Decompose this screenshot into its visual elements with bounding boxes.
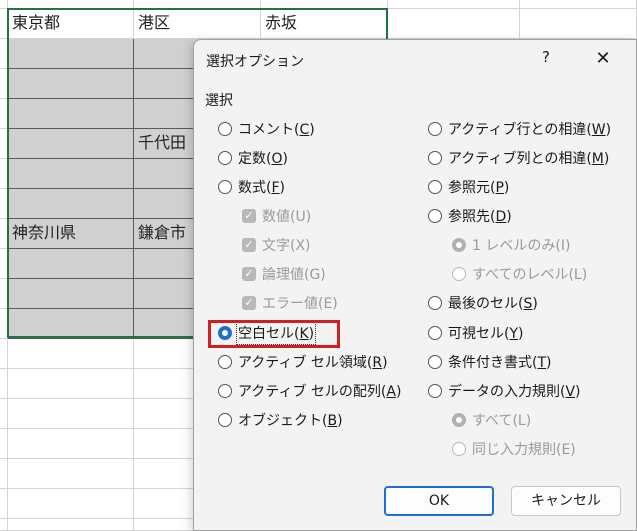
cell[interactable] xyxy=(520,9,637,39)
cell[interactable] xyxy=(8,0,134,9)
radio-icon xyxy=(218,122,232,136)
option-data-validation[interactable]: データの入力規則(V) xyxy=(428,380,581,402)
checkbox-logicals[interactable]: ✓ 論理値(G) xyxy=(242,263,326,285)
option-comments[interactable]: コメント(C) xyxy=(218,118,315,140)
ok-button[interactable]: OK xyxy=(384,486,494,516)
cell[interactable] xyxy=(0,219,8,249)
cell[interactable] xyxy=(8,129,134,159)
cell[interactable] xyxy=(8,69,134,99)
cell[interactable] xyxy=(0,249,8,279)
cell[interactable] xyxy=(0,429,8,459)
radio-icon xyxy=(428,151,442,165)
cell[interactable] xyxy=(0,9,8,39)
cell[interactable] xyxy=(8,249,134,279)
close-button[interactable]: ✕ xyxy=(592,48,614,70)
cell-text[interactable]: 港区 xyxy=(134,9,261,39)
option-precedents[interactable]: 参照元(P) xyxy=(428,176,509,198)
cell[interactable] xyxy=(8,369,134,399)
radio-icon xyxy=(428,180,442,194)
cell[interactable] xyxy=(8,459,134,489)
option-conditional-formats[interactable]: 条件付き書式(T) xyxy=(428,351,552,373)
radio-icon xyxy=(428,209,442,223)
cell[interactable] xyxy=(8,279,134,309)
option-dependents[interactable]: 参照先(D) xyxy=(428,205,512,227)
checkmark-icon: ✓ xyxy=(242,209,256,223)
option-blanks[interactable]: 空白セル(K) xyxy=(218,321,317,345)
cell-text[interactable]: 東京都 xyxy=(8,9,134,39)
cell[interactable] xyxy=(0,489,8,519)
option-last-cell[interactable]: 最後のセル(S) xyxy=(428,292,538,314)
cell[interactable] xyxy=(8,39,134,69)
cell[interactable] xyxy=(8,429,134,459)
option-column-differences[interactable]: アクティブ列との相違(M) xyxy=(428,147,609,169)
cancel-button[interactable]: キャンセル xyxy=(511,486,621,516)
radio-icon xyxy=(218,180,232,194)
radio-icon xyxy=(218,151,232,165)
option-direct-only[interactable]: 1 レベルのみ(I) xyxy=(452,234,570,256)
radio-icon xyxy=(452,442,466,456)
option-all-levels[interactable]: すべてのレベル(L) xyxy=(452,263,587,285)
checkbox-text[interactable]: ✓ 文字(X) xyxy=(242,234,311,256)
cell-text[interactable]: 赤坂 xyxy=(261,9,388,39)
cell[interactable] xyxy=(134,0,261,9)
go-to-special-dialog: 選択オプション ? ✕ 選択 コメント(C) 定数(O) 数式(F) ✓ 数値(… xyxy=(193,39,637,531)
cell[interactable] xyxy=(8,399,134,429)
radio-icon xyxy=(428,296,442,310)
option-row-differences[interactable]: アクティブ行との相違(W) xyxy=(428,118,611,140)
cell[interactable] xyxy=(0,459,8,489)
option-current-array[interactable]: アクティブ セルの配列(A) xyxy=(218,380,401,402)
option-current-region[interactable]: アクティブ セル領域(R) xyxy=(218,351,388,373)
cell[interactable] xyxy=(0,189,8,219)
option-visible-cells[interactable]: 可視セル(Y) xyxy=(428,322,524,344)
cell[interactable] xyxy=(261,0,388,9)
dialog-title: 選択オプション xyxy=(206,54,304,70)
radio-icon xyxy=(218,384,232,398)
radio-icon xyxy=(428,384,442,398)
checkmark-icon: ✓ xyxy=(242,238,256,252)
cell[interactable] xyxy=(0,99,8,129)
radio-icon xyxy=(428,355,442,369)
radio-icon xyxy=(218,413,232,427)
radio-icon xyxy=(452,267,466,281)
option-validation-all[interactable]: すべて(L) xyxy=(452,409,531,431)
cell[interactable] xyxy=(520,0,637,9)
checkmark-icon: ✓ xyxy=(242,296,256,310)
checkbox-errors[interactable]: ✓ エラー値(E) xyxy=(242,292,338,314)
cell[interactable] xyxy=(0,519,8,531)
help-button[interactable]: ? xyxy=(536,48,556,70)
option-constants[interactable]: 定数(O) xyxy=(218,147,288,169)
cell[interactable] xyxy=(8,309,134,339)
cell[interactable] xyxy=(0,309,8,339)
cell[interactable] xyxy=(388,9,520,39)
cell[interactable] xyxy=(0,129,8,159)
cell[interactable] xyxy=(0,399,8,429)
cell[interactable] xyxy=(0,369,8,399)
cell[interactable] xyxy=(8,159,134,189)
option-formulas[interactable]: 数式(F) xyxy=(218,176,285,198)
select-group-label: 選択 xyxy=(205,93,233,109)
checkmark-icon: ✓ xyxy=(242,267,256,281)
cell[interactable] xyxy=(0,279,8,309)
option-objects[interactable]: オブジェクト(B) xyxy=(218,409,343,431)
radio-checked-icon xyxy=(452,238,466,252)
cell[interactable] xyxy=(8,519,134,531)
cell[interactable] xyxy=(8,99,134,129)
cell[interactable] xyxy=(8,339,134,369)
radio-checked-icon xyxy=(218,326,232,340)
cell[interactable] xyxy=(8,489,134,519)
cell[interactable] xyxy=(0,159,8,189)
cell[interactable] xyxy=(0,69,8,99)
cell[interactable] xyxy=(0,0,8,9)
cell[interactable] xyxy=(0,39,8,69)
cell[interactable] xyxy=(8,189,134,219)
radio-icon xyxy=(218,355,232,369)
checkbox-numbers[interactable]: ✓ 数値(U) xyxy=(242,205,311,227)
radio-checked-icon xyxy=(452,413,466,427)
cell[interactable] xyxy=(0,339,8,369)
radio-icon xyxy=(428,122,442,136)
cell[interactable] xyxy=(388,0,520,9)
cell-text[interactable]: 神奈川県 xyxy=(8,219,134,249)
radio-icon xyxy=(428,326,442,340)
option-validation-same[interactable]: 同じ入力規則(E) xyxy=(452,438,576,460)
